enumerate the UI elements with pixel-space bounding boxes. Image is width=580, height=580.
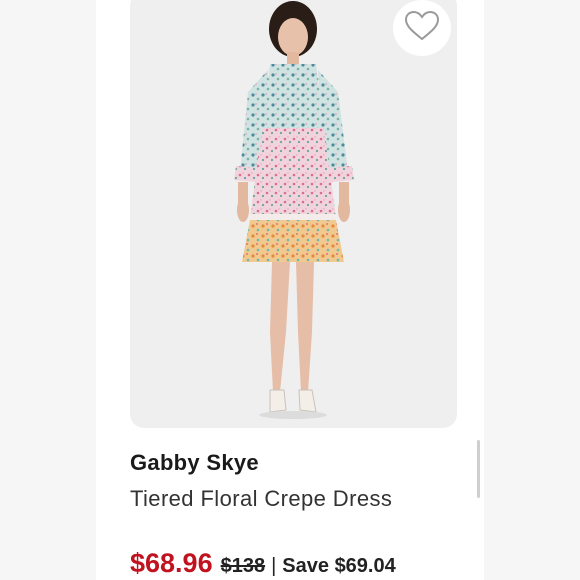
heart-outline-icon bbox=[404, 10, 440, 47]
price-separator: | bbox=[271, 555, 277, 577]
left-margin bbox=[0, 0, 96, 580]
favorite-button[interactable] bbox=[393, 0, 451, 56]
brand-name[interactable]: Gabby Skye bbox=[130, 450, 259, 476]
right-margin bbox=[484, 0, 580, 580]
sale-price: $68.96 bbox=[130, 548, 213, 578]
product-image[interactable] bbox=[130, 0, 457, 428]
savings-text: Save $69.04 bbox=[282, 555, 396, 577]
price-row: $68.96 $138 | Save $69.04 bbox=[130, 548, 396, 579]
product-title: Tiered Floral Crepe Dress bbox=[130, 486, 393, 511]
scrollbar[interactable] bbox=[477, 440, 480, 498]
original-price: $138 bbox=[220, 555, 266, 577]
product-photo bbox=[234, 1, 354, 419]
